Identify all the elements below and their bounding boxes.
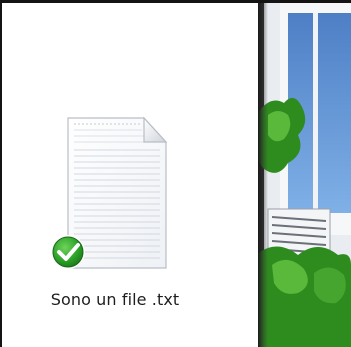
file-name-label: Sono un file .txt — [50, 290, 180, 309]
file-list-pane: Sono un file .txt — [2, 3, 258, 347]
file-item[interactable]: Sono un file .txt — [30, 107, 200, 319]
green-checkmark-icon — [51, 235, 85, 269]
text-document-icon — [51, 116, 168, 269]
desktop-window: Sono un file .txt — [0, 0, 351, 347]
preview-pane — [258, 3, 351, 347]
house-facade-picture — [258, 3, 351, 347]
